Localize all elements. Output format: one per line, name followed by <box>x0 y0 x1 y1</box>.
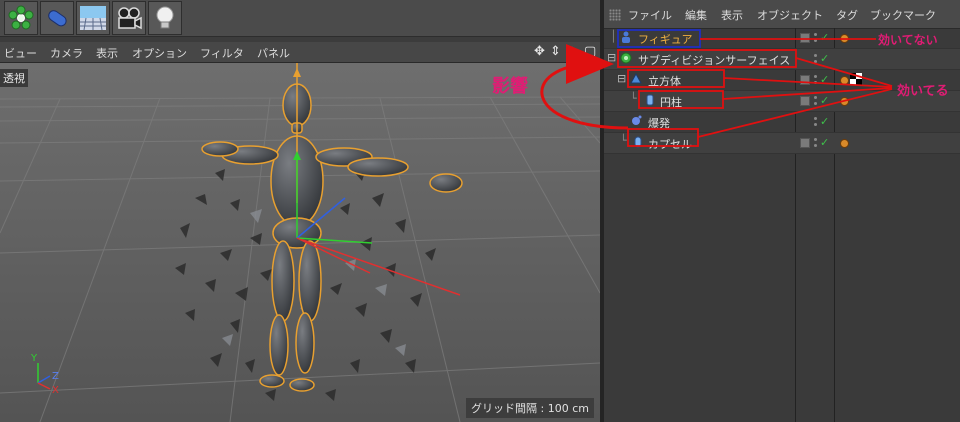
enabled-check-icon[interactable]: ✓ <box>820 94 829 107</box>
visibility-dot[interactable] <box>814 33 817 36</box>
om-menu-tag[interactable]: タグ <box>836 7 858 23</box>
layer-box[interactable] <box>800 138 810 148</box>
object-manager-menubar: ファイル 編集 表示 オブジェクト タグ ブックマーク <box>604 0 960 29</box>
collapse-toggle-icon[interactable]: ⊟ <box>607 51 616 64</box>
blue-capsule-icon[interactable] <box>40 1 74 35</box>
floor-grid-icon[interactable] <box>76 1 110 35</box>
tree-line: │ <box>610 30 617 43</box>
capsule-icon <box>634 136 642 148</box>
render-dot[interactable] <box>814 144 817 147</box>
om-menu-bookmark[interactable]: ブックマーク <box>870 7 936 23</box>
axis-label-z: Z <box>52 371 59 382</box>
material-tag-icon[interactable] <box>840 76 849 85</box>
object-manager: ファイル 編集 表示 オブジェクト タグ ブックマーク │ フィギュア ✓ ⊟ … <box>604 0 960 422</box>
render-dot[interactable] <box>814 102 817 105</box>
viewport-menu-filter[interactable]: フィルタ <box>200 45 244 61</box>
om-menu-view[interactable]: 表示 <box>721 7 743 23</box>
dolly-view-icon[interactable]: ⇕ <box>550 44 561 59</box>
checker-material-tag-icon[interactable] <box>850 73 862 85</box>
maximize-view-icon[interactable]: ▢ <box>584 44 596 59</box>
viewport-scene <box>0 63 600 422</box>
object-name: 円柱 <box>660 96 682 109</box>
annotation-influence: 影響 <box>492 76 528 97</box>
camera-icon[interactable] <box>112 1 146 35</box>
enabled-check-icon[interactable]: ✓ <box>820 52 829 65</box>
object-row-capsule[interactable]: └ カプセル ✓ <box>604 133 960 154</box>
visibility-dot[interactable] <box>814 117 817 120</box>
view-mode-label[interactable]: 透視 <box>0 69 28 87</box>
render-dot[interactable] <box>814 39 817 42</box>
tree-line: └ <box>620 134 627 147</box>
viewport-menu-view[interactable]: ビュー <box>4 45 37 61</box>
material-tag-icon[interactable] <box>840 97 849 106</box>
enabled-check-icon[interactable]: ✓ <box>820 73 829 86</box>
layer-box[interactable] <box>800 96 810 106</box>
object-name: 爆発 <box>648 117 670 130</box>
om-menu-edit[interactable]: 編集 <box>685 7 707 23</box>
layer-box[interactable] <box>800 33 810 43</box>
axis-label-y: Y <box>31 353 38 364</box>
material-tag-icon[interactable] <box>840 139 849 148</box>
layer-box[interactable] <box>800 75 810 85</box>
visibility-dot[interactable] <box>814 138 817 141</box>
object-name: フィギュア <box>638 33 693 46</box>
collapse-toggle-icon[interactable]: ⊟ <box>617 72 626 85</box>
viewport-menu-options[interactable]: オプション <box>132 45 187 61</box>
figure-icon <box>622 31 630 43</box>
grid-spacing-status: グリッド間隔 : 100 cm <box>466 398 594 418</box>
viewport-menu-camera[interactable]: カメラ <box>50 45 83 61</box>
viewport-menu-display[interactable]: 表示 <box>96 45 118 61</box>
object-name: カプセル <box>648 138 692 151</box>
cube-icon <box>630 73 642 84</box>
viewport-menu-panel[interactable]: パネル <box>257 45 290 61</box>
subdivision-surface-icon <box>620 52 632 64</box>
light-bulb-icon[interactable] <box>148 1 182 35</box>
render-dot[interactable] <box>814 123 817 126</box>
main-toolbar <box>0 0 600 37</box>
visibility-dot[interactable] <box>814 75 817 78</box>
annotation-not-working: 効いてない <box>878 33 938 47</box>
explosion-icon <box>632 115 642 125</box>
green-flower-icon[interactable] <box>4 1 38 35</box>
enabled-check-icon[interactable]: ✓ <box>820 115 829 128</box>
cylinder-icon <box>646 94 654 106</box>
annotation-working: 効いてる <box>897 84 949 99</box>
render-dot[interactable] <box>814 81 817 84</box>
enabled-check-icon[interactable]: ✓ <box>820 31 829 44</box>
object-name: 立方体 <box>648 75 681 88</box>
axis-label-x: X <box>52 385 59 396</box>
viewport-menubar: ビュー カメラ 表示 オプション フィルタ パネル ✥ ⇕ ⟳ ▢ <box>0 42 600 63</box>
viewport[interactable]: Y Z X 透視 グリッド間隔 : 100 cm <box>0 63 600 422</box>
material-tag-icon[interactable] <box>840 34 849 43</box>
visibility-dot[interactable] <box>814 54 817 57</box>
object-row-explosion[interactable]: 爆発 ✓ <box>604 112 960 133</box>
visibility-dot[interactable] <box>814 96 817 99</box>
tree-line: └ <box>630 92 637 105</box>
om-menu-object[interactable]: オブジェクト <box>757 7 823 23</box>
om-menu-file[interactable]: ファイル <box>628 7 672 23</box>
panel-grip-icon[interactable] <box>609 9 621 21</box>
object-row-subdivision-surface[interactable]: ⊟ サブディビジョンサーフェイス ✓ <box>604 49 960 70</box>
move-view-icon[interactable]: ✥ <box>534 44 545 59</box>
object-name: サブディビジョンサーフェイス <box>638 54 791 67</box>
rotate-view-icon[interactable]: ⟳ <box>566 44 577 59</box>
enabled-check-icon[interactable]: ✓ <box>820 136 829 149</box>
render-dot[interactable] <box>814 60 817 63</box>
